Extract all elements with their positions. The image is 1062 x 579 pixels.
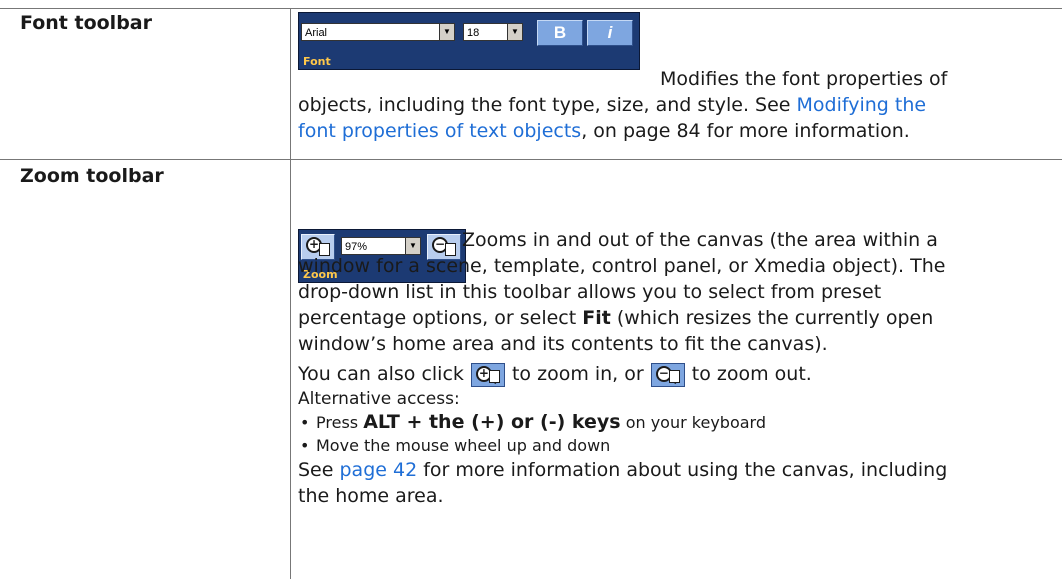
font-size-dropdown: 18 ▼	[463, 23, 523, 41]
alt-access-list: Press ALT + the (+) or (-) keys on your …	[298, 411, 1038, 457]
alt-access-heading: Alternative access:	[298, 389, 460, 409]
zoom-in-icon: +	[470, 362, 505, 387]
table-top-border	[0, 8, 1062, 9]
link-font-properties[interactable]: font properties of text objects	[298, 120, 581, 142]
dropdown-arrow-icon: ▼	[507, 23, 523, 41]
list-item: Move the mouse wheel up and down	[298, 434, 1038, 457]
desc-line: the home area.	[298, 485, 444, 507]
font-size-value: 18	[467, 27, 480, 39]
row-divider	[0, 159, 1062, 160]
dropdown-arrow-icon: ▼	[439, 23, 455, 41]
zoom-out-icon: −	[650, 362, 685, 387]
bold-button: B	[537, 20, 583, 46]
term-zoom-toolbar: Zoom toolbar	[20, 165, 164, 187]
desc-line: You can also click + to zoom in, or − to…	[298, 362, 812, 387]
font-name-dropdown: Arial ▼	[301, 23, 455, 41]
desc-line: window’s home area and its contents to f…	[298, 333, 828, 355]
desc-line: percentage options, or select Fit (which…	[298, 307, 934, 329]
font-toolbar-image: Arial ▼ 18 ▼ B i Font	[298, 12, 640, 70]
zoom-toolbar-description: Zooms in and out of the canvas (the area…	[298, 227, 1038, 509]
list-item: Press ALT + the (+) or (-) keys on your …	[298, 411, 1038, 434]
desc-line: drop-down list in this toolbar allows yo…	[298, 281, 882, 303]
desc-line: Zooms in and out of the canvas (the area…	[462, 229, 938, 251]
desc-line: Modifies the font properties of	[660, 68, 948, 90]
link-modifying-font[interactable]: Modifying the	[797, 94, 927, 116]
italic-button: i	[587, 20, 633, 46]
column-divider	[290, 8, 291, 579]
desc-line: objects, including the font type, size, …	[298, 94, 927, 116]
desc-line: window for a scene, template, control pa…	[298, 255, 946, 277]
term-font-toolbar: Font toolbar	[20, 12, 152, 34]
desc-line: font properties of text objects, on page…	[298, 120, 910, 142]
font-toolbar-description: Modifies the font properties of objects,…	[298, 66, 1038, 144]
desc-line: See page 42 for more information about u…	[298, 459, 948, 481]
font-name-value: Arial	[305, 27, 328, 39]
link-page-42[interactable]: page 42	[339, 459, 417, 481]
